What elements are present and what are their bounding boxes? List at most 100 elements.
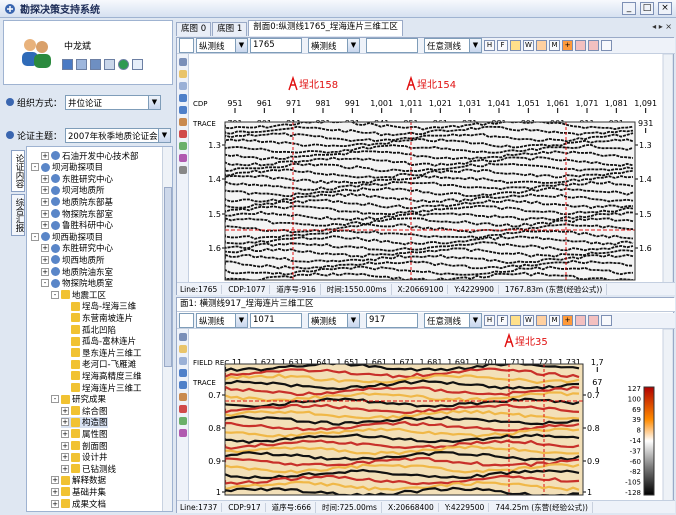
tree-item[interactable]: + 物探院东部室 (41, 208, 113, 220)
tab-basemap-1[interactable]: 底图 1 (212, 22, 248, 36)
layer-icon[interactable] (179, 142, 187, 150)
line-number-input[interactable]: 1765 (250, 38, 302, 53)
layer-icon[interactable] (179, 417, 187, 425)
tree-item[interactable]: + 坝河地质所 (41, 185, 105, 196)
maximize-button[interactable]: □ (640, 2, 654, 15)
well-marker[interactable] (288, 75, 298, 91)
tab-section-0[interactable]: 剖面0:纵测线1765_埕海连片三维工区 (248, 20, 403, 36)
tree-toggle-icon[interactable]: + (41, 186, 49, 195)
bottom-seismic-section[interactable]: 埕北35FIELD RECTRACE11 1,621 1,631 1,641 1,651… (189, 329, 673, 501)
tree-toggle-icon[interactable]: + (61, 406, 69, 415)
tree-item[interactable]: 埕岛-埕海三维 (61, 301, 136, 312)
wv-icon[interactable] (536, 315, 547, 326)
hdr-icon[interactable] (510, 315, 521, 326)
measure-icon[interactable] (179, 393, 187, 401)
cross-line-select[interactable]: 横测线 ▼ (308, 313, 360, 328)
tree-toggle-icon[interactable]: + (41, 221, 49, 230)
m-button[interactable]: M (549, 315, 560, 326)
tree-toggle-icon[interactable]: + (61, 464, 69, 473)
tree-item[interactable]: + 构造图 (61, 416, 108, 428)
cross-line-select[interactable]: 横测线 ▼ (308, 38, 360, 53)
tree-scrollbar[interactable] (162, 147, 172, 511)
tree-item[interactable]: + 已钻测线 (61, 463, 116, 475)
tree-toggle-icon[interactable]: + (41, 174, 49, 183)
zoom-in-icon[interactable] (179, 369, 187, 377)
topic-select[interactable]: 2007年秋季地质论证会 ▼ (65, 128, 171, 143)
tree-toggle-icon[interactable]: - (51, 290, 59, 299)
pick-icon[interactable] (179, 405, 187, 413)
tree-item[interactable]: 孤岛-富林连片 (61, 336, 136, 347)
tree-toggle-icon[interactable]: + (51, 487, 59, 496)
well-tool-icon[interactable] (575, 40, 586, 51)
tree-item[interactable]: - 坝河勘探项目 (31, 162, 103, 173)
well-tool-icon[interactable] (575, 315, 586, 326)
f-button[interactable]: F (497, 40, 508, 51)
measure-icon[interactable] (179, 118, 187, 126)
arbitrary-type-select[interactable]: 任意测线 ▼ (424, 313, 482, 328)
zoom-out-icon[interactable] (179, 106, 187, 114)
table-icon[interactable] (104, 59, 115, 70)
vertical-scrollbar[interactable] (662, 329, 673, 501)
chevron-down-icon[interactable]: ▼ (235, 39, 247, 52)
line-number-input[interactable]: 1071 (250, 313, 302, 328)
tree-item[interactable]: - 物探院地质室 (41, 278, 113, 289)
tree-toggle-icon[interactable]: + (41, 267, 49, 276)
tree-item[interactable]: + 坝西地质所 (41, 254, 105, 266)
tree-toggle-icon[interactable]: + (41, 197, 49, 206)
m-button[interactable]: M (549, 40, 560, 51)
chevron-down-icon[interactable]: ▼ (158, 129, 170, 142)
wv-icon[interactable] (536, 40, 547, 51)
org-select[interactable]: 井位论证 ▼ (65, 95, 161, 110)
document-icon[interactable] (90, 59, 101, 70)
tree-item[interactable]: 老河口-飞雁滩 (61, 359, 136, 370)
list-icon[interactable] (76, 59, 87, 70)
chevron-down-icon[interactable]: ▼ (347, 39, 359, 52)
arbitrary-type-select[interactable]: 任意测线 ▼ (424, 38, 482, 53)
vertical-scrollbar[interactable] (662, 54, 673, 283)
well-add-icon[interactable] (588, 40, 599, 51)
pick-icon[interactable] (179, 130, 187, 138)
w-button[interactable]: W (523, 40, 534, 51)
tree-item[interactable]: - 地震工区 (51, 289, 106, 301)
close-tab-icon[interactable]: ◂ ▸ × (652, 22, 672, 31)
layer-select[interactable] (179, 38, 194, 53)
zoom-out-icon[interactable] (179, 381, 187, 389)
tree-item[interactable]: 埕海连片三维工 (61, 382, 142, 394)
tab-content[interactable]: 论证内容 (11, 150, 25, 192)
pointer-icon[interactable] (179, 58, 187, 66)
tree-item[interactable]: + 解释数据 (51, 475, 106, 486)
pan-icon[interactable] (179, 82, 187, 90)
tree-toggle-icon[interactable]: + (61, 418, 69, 427)
tree-item[interactable]: + 成果文档 (51, 498, 106, 510)
tree-item[interactable]: 埕海高精度三维 (61, 370, 142, 382)
top-seismic-section[interactable]: 埕北158 埕北154 CDP TRACE 951 961 971 981 991 1,001 1,… (189, 54, 673, 283)
zoom-icon[interactable] (601, 315, 612, 326)
f-button[interactable]: F (497, 315, 508, 326)
tree-toggle-icon[interactable]: + (41, 151, 49, 160)
tree-item[interactable]: + 地质院东部基 (41, 196, 113, 208)
w-button[interactable]: W (523, 315, 534, 326)
tree-item[interactable]: 垦东连片三维工 (61, 347, 142, 359)
line-type-select[interactable]: 纵测线 ▼ (196, 38, 248, 53)
tree-item[interactable]: - 坝西勘探项目 (31, 231, 103, 243)
tree-item[interactable]: + 地质院油东室 (41, 266, 113, 278)
well-marker[interactable] (504, 332, 514, 348)
tree-item[interactable]: 孤北凹陷 (61, 324, 116, 336)
tree-toggle-icon[interactable]: + (41, 255, 49, 264)
chevron-down-icon[interactable]: ▼ (235, 314, 247, 327)
scroll-thumb[interactable] (164, 187, 172, 367)
folder-icon[interactable] (179, 345, 187, 353)
tree-toggle-icon[interactable]: + (51, 476, 59, 485)
tree-toggle-icon[interactable]: - (51, 395, 59, 404)
color-icon[interactable] (179, 154, 187, 162)
tree-item[interactable]: + 剖面图 (61, 440, 108, 452)
tree-item[interactable]: - 研究成果 (51, 394, 106, 405)
chevron-down-icon[interactable]: ▼ (469, 314, 481, 327)
plus-button[interactable]: + (562, 315, 573, 326)
tab-report[interactable]: 综合汇报 (11, 194, 25, 236)
h-button[interactable]: H (484, 40, 495, 51)
zoom-in-icon[interactable] (179, 94, 187, 102)
info-icon[interactable] (132, 59, 143, 70)
tree-toggle-icon[interactable]: - (31, 163, 39, 172)
tree-item[interactable]: + 设计井 (61, 452, 108, 463)
